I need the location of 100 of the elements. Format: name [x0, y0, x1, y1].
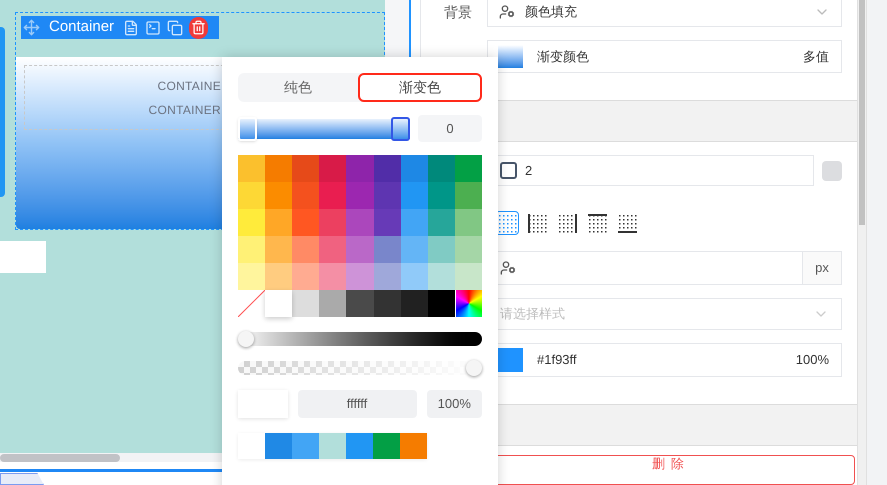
- palette-swatch[interactable]: [454, 236, 482, 263]
- slider-thumb[interactable]: [466, 360, 482, 376]
- palette-swatch[interactable]: [292, 182, 320, 209]
- color-swatch: [498, 348, 523, 372]
- terminal-icon[interactable]: [145, 20, 162, 36]
- palette-swatch[interactable]: [265, 290, 292, 317]
- palette-swatch[interactable]: [292, 290, 320, 317]
- palette-swatch[interactable]: [428, 290, 455, 317]
- palette-swatch[interactable]: [319, 263, 346, 290]
- color-square[interactable]: [822, 160, 842, 180]
- border-side-icon: [616, 212, 638, 234]
- palette-swatch[interactable]: [374, 263, 401, 290]
- palette-swatch[interactable]: [265, 209, 292, 236]
- palette-swatch[interactable]: [346, 236, 374, 263]
- palette-swatch[interactable]: [265, 182, 292, 209]
- opacity-field[interactable]: 100%: [426, 390, 482, 418]
- unit-addon: px: [802, 252, 841, 284]
- palette-swatch[interactable]: [400, 263, 428, 290]
- palette-swatch[interactable]: [238, 182, 266, 209]
- palette-swatch[interactable]: [238, 236, 266, 263]
- mode-tab[interactable]: 纯色: [238, 73, 358, 102]
- alpha-slider[interactable]: [238, 361, 482, 375]
- spectrum-swatch[interactable]: [454, 290, 482, 317]
- palette-swatch[interactable]: [292, 263, 320, 290]
- palette-swatch[interactable]: [319, 290, 346, 317]
- palette-swatch[interactable]: [265, 236, 292, 263]
- palette-swatch[interactable]: [454, 182, 482, 209]
- recent-color-swatch[interactable]: [346, 433, 373, 459]
- recent-color-swatch[interactable]: [373, 433, 400, 459]
- select-placeholder: 请选择样式: [500, 305, 566, 324]
- palette-swatch[interactable]: [428, 182, 455, 209]
- palette-swatch[interactable]: [292, 209, 320, 236]
- palette-swatch[interactable]: [374, 236, 401, 263]
- bottom-tab[interactable]: [0, 473, 44, 485]
- recent-color-swatch[interactable]: [292, 433, 319, 459]
- mode-tab[interactable]: 渐变色: [358, 73, 482, 102]
- recent-color-swatch[interactable]: [238, 433, 265, 459]
- palette-swatch[interactable]: [428, 236, 455, 263]
- palette-swatch[interactable]: [374, 290, 401, 317]
- checkbox[interactable]: [500, 162, 517, 179]
- hex-field[interactable]: ffffff: [298, 390, 416, 418]
- palette-swatch[interactable]: [238, 263, 266, 290]
- gradient-stop-handle[interactable]: [391, 116, 410, 140]
- palette-swatch[interactable]: [374, 155, 401, 182]
- palette-swatch[interactable]: [428, 209, 455, 236]
- angle-field[interactable]: 0: [418, 115, 482, 142]
- palette-swatch[interactable]: [374, 209, 401, 236]
- delete-icon[interactable]: [189, 16, 208, 38]
- recent-color-swatch[interactable]: [265, 433, 292, 459]
- border-side-button[interactable]: [585, 211, 609, 235]
- palette-swatch[interactable]: [454, 263, 482, 290]
- border-side-icon: [586, 212, 608, 234]
- palette-swatch[interactable]: [400, 155, 428, 182]
- select-value: 颜色填充: [525, 3, 578, 22]
- palette-swatch[interactable]: [374, 182, 401, 209]
- palette-swatch[interactable]: [238, 209, 266, 236]
- recent-color-swatch[interactable]: [400, 433, 427, 459]
- palette-swatch[interactable]: [292, 236, 320, 263]
- palette-swatch[interactable]: [265, 155, 292, 182]
- palette-swatch[interactable]: [319, 209, 346, 236]
- palette-swatch[interactable]: [238, 155, 266, 182]
- palette-swatch[interactable]: [319, 182, 346, 209]
- scrollbar-thumb[interactable]: [859, 0, 865, 225]
- move-icon[interactable]: [23, 19, 40, 36]
- border-side-icon: [526, 212, 548, 234]
- border-width-value: 2: [525, 162, 532, 180]
- palette-swatch[interactable]: [454, 155, 482, 182]
- border-side-button[interactable]: [525, 211, 549, 235]
- palette-swatch[interactable]: [400, 182, 428, 209]
- slider-thumb[interactable]: [238, 331, 254, 347]
- palette-swatch[interactable]: [292, 155, 320, 182]
- palette-swatch[interactable]: [400, 236, 428, 263]
- palette-swatch[interactable]: [454, 209, 482, 236]
- gradient-bar[interactable]: [238, 118, 410, 138]
- color-value: 渐变颜色: [537, 48, 590, 66]
- palette-swatch[interactable]: [400, 290, 428, 317]
- border-side-icon: [496, 212, 518, 234]
- background-select[interactable]: 颜色填充: [487, 0, 842, 27]
- size-icon: [500, 260, 516, 276]
- scrollbar-thumb[interactable]: [0, 454, 120, 462]
- palette-swatch[interactable]: [428, 263, 455, 290]
- shade-slider[interactable]: [238, 332, 482, 346]
- palette-swatch[interactable]: [400, 209, 428, 236]
- recent-color-swatch[interactable]: [319, 433, 346, 459]
- palette-swatch[interactable]: [346, 182, 374, 209]
- palette-swatch[interactable]: [319, 236, 346, 263]
- palette-swatch[interactable]: [428, 155, 455, 182]
- palette-swatch[interactable]: [346, 155, 374, 182]
- palette-swatch[interactable]: [265, 263, 292, 290]
- component-title: Container: [49, 17, 114, 38]
- copy-icon[interactable]: [167, 20, 184, 36]
- palette-swatch[interactable]: [346, 209, 374, 236]
- palette-swatch[interactable]: [346, 263, 374, 290]
- document-icon[interactable]: [123, 20, 140, 36]
- gradient-swatch: [498, 45, 523, 68]
- field-label: 背景: [443, 2, 473, 22]
- palette-swatch[interactable]: [346, 290, 374, 317]
- palette-swatch[interactable]: [319, 155, 346, 182]
- container-label: CONTAINER: [148, 102, 221, 118]
- color-field[interactable]: 渐变颜色 多值: [487, 40, 842, 73]
